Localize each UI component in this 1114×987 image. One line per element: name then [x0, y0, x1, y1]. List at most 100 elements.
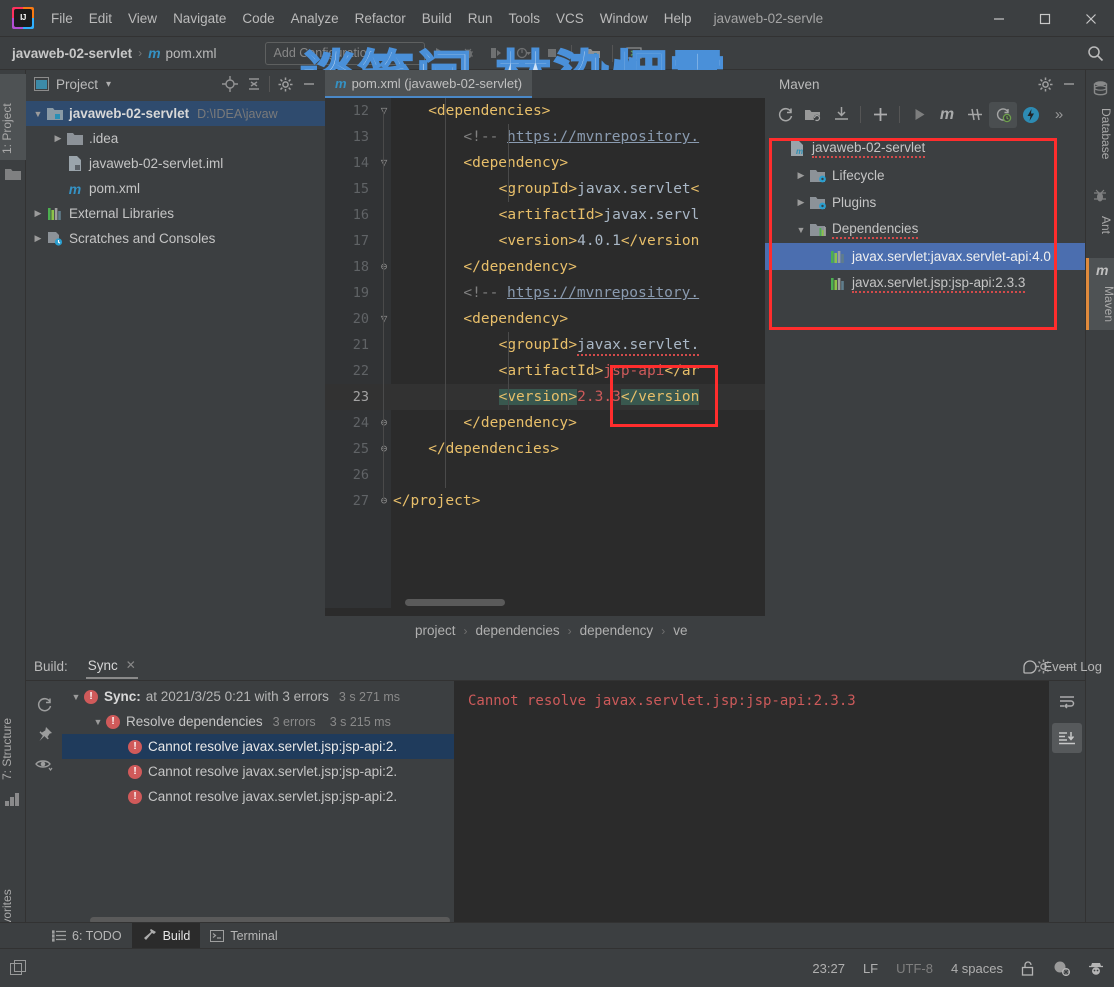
show-dependencies-icon[interactable]: [1017, 102, 1045, 128]
chevron-right-icon[interactable]: ▶: [793, 170, 809, 181]
reload-all-icon[interactable]: [771, 102, 799, 128]
chevron-right-icon[interactable]: ▶: [30, 233, 46, 244]
fold-toggle-icon[interactable]: ⊖: [377, 410, 391, 436]
lock-icon[interactable]: [1021, 960, 1035, 976]
maven-tree-row[interactable]: ▶ Lifecycle: [765, 162, 1085, 189]
more-icon[interactable]: »: [1045, 102, 1073, 128]
rerun-icon[interactable]: [26, 689, 62, 719]
eye-icon[interactable]: [26, 749, 62, 779]
event-log-button[interactable]: Event Log: [1023, 652, 1102, 681]
project-tree-row[interactable]: m pom.xml: [26, 176, 325, 201]
breadcrumb-file[interactable]: pom.xml: [166, 46, 217, 61]
breadcrumb-dependencies[interactable]: dependencies: [476, 623, 560, 638]
pin-icon[interactable]: [26, 719, 62, 749]
fold-toggle-icon[interactable]: ⊖: [377, 488, 391, 514]
editor-tab-pom-xml[interactable]: m pom.xml (javaweb-02-servlet): [325, 70, 533, 98]
caret-position[interactable]: 23:27: [812, 961, 845, 976]
fold-toggle-icon[interactable]: ▽: [377, 306, 391, 332]
breadcrumb-version[interactable]: ve: [673, 623, 687, 638]
chevron-down-icon[interactable]: ▼: [793, 225, 809, 235]
scroll-to-end-icon[interactable]: [1052, 723, 1082, 753]
fold-toggle-icon[interactable]: ▽: [377, 98, 391, 124]
add-maven-project-icon[interactable]: [799, 102, 827, 128]
menu-item-view[interactable]: View: [120, 7, 165, 30]
maven-tree-row[interactable]: ▼ Dependencies: [765, 216, 1085, 243]
download-sources-icon[interactable]: [827, 102, 855, 128]
menu-item-edit[interactable]: Edit: [81, 7, 120, 30]
locate-icon[interactable]: [218, 72, 242, 96]
menu-item-tools[interactable]: Tools: [501, 7, 549, 30]
gear-icon[interactable]: [1033, 72, 1057, 96]
menu-item-refactor[interactable]: Refactor: [347, 7, 414, 30]
profiler-icon[interactable]: [511, 40, 537, 66]
breadcrumb-dependency[interactable]: dependency: [580, 623, 654, 638]
sidebar-item-database[interactable]: Database: [1087, 102, 1113, 174]
close-button[interactable]: [1068, 0, 1114, 37]
run-configuration-selector[interactable]: Add Configuration...: [264, 41, 425, 65]
toggle-offline-mode-icon[interactable]: [989, 101, 1017, 128]
run-icon[interactable]: [427, 40, 453, 66]
menu-item-build[interactable]: Build: [414, 7, 460, 30]
chevron-down-icon[interactable]: ▾: [106, 79, 111, 90]
chevron-right-icon[interactable]: ▶: [30, 208, 46, 219]
chevron-down-icon[interactable]: ▼: [30, 109, 46, 119]
terminal-icon[interactable]: [621, 40, 647, 66]
maven-tree-row[interactable]: m javaweb-02-servlet: [765, 135, 1085, 162]
build-tree-row[interactable]: ! Cannot resolve javax.servlet.jsp:jsp-ap…: [62, 759, 454, 784]
stop-icon[interactable]: [539, 40, 565, 66]
indent-setting[interactable]: 4 spaces: [951, 961, 1003, 976]
menu-item-code[interactable]: Code: [234, 7, 282, 30]
menu-item-vcs[interactable]: VCS: [548, 7, 592, 30]
build-console[interactable]: Cannot resolve javax.servlet.jsp:jsp-api…: [454, 681, 1049, 936]
chevron-right-icon[interactable]: ▶: [50, 133, 66, 144]
sidebar-item-maven[interactable]: m Maven: [1086, 258, 1114, 330]
project-tree-row[interactable]: ▼ javaweb-02-servlet D:\IDEA\javaw: [26, 101, 325, 126]
soft-wrap-icon[interactable]: [1052, 687, 1082, 717]
close-icon[interactable]: ✕: [126, 658, 136, 672]
sidebar-item-structure[interactable]: 7: Structure: [0, 690, 26, 786]
build-tree-row[interactable]: ! Cannot resolve javax.servlet.jsp:jsp-ap…: [62, 784, 454, 809]
hector-icon[interactable]: [1088, 960, 1104, 976]
tool-button-build[interactable]: Build: [131, 922, 201, 949]
maven-tree-row[interactable]: javax.servlet.jsp:jsp-api:2.3.3: [765, 270, 1085, 297]
breadcrumb-project[interactable]: project: [415, 623, 456, 638]
show-tool-windows-icon[interactable]: [10, 960, 26, 976]
maximize-button[interactable]: [1022, 0, 1068, 37]
hide-panel-icon[interactable]: [1057, 72, 1081, 96]
project-tree-row[interactable]: javaweb-02-servlet.iml: [26, 151, 325, 176]
structure-icon[interactable]: [4, 792, 22, 810]
execute-maven-goal-icon[interactable]: m: [933, 102, 961, 128]
ant-icon[interactable]: [1092, 188, 1110, 206]
search-icon[interactable]: [1080, 41, 1110, 67]
menu-item-window[interactable]: Window: [592, 7, 656, 30]
add-goal-icon[interactable]: [866, 102, 894, 128]
menu-item-analyze[interactable]: Analyze: [283, 7, 347, 30]
build-tree-row[interactable]: ▼! Resolve dependencies 3 errors 3 s 215 ms: [62, 709, 454, 734]
editor-hscrollbar[interactable]: [405, 599, 505, 606]
tool-button-terminal[interactable]: Terminal: [200, 923, 287, 949]
inspection-icon[interactable]: [1053, 960, 1070, 976]
hide-panel-icon[interactable]: [297, 72, 321, 96]
project-tree-row[interactable]: ▶ Scratches and Consoles: [26, 226, 325, 251]
debug-icon[interactable]: [455, 40, 481, 66]
project-tree-row[interactable]: ▶ .idea: [26, 126, 325, 151]
breadcrumb-project[interactable]: javaweb-02-servlet: [12, 46, 132, 61]
build-tree-row[interactable]: ▼! Sync: at 2021/3/25 0:21 with 3 errors 3 …: [62, 684, 454, 709]
build-tree-row[interactable]: ! Cannot resolve javax.servlet.jsp:jsp-ap…: [62, 734, 454, 759]
minimize-button[interactable]: [976, 0, 1022, 37]
menu-item-file[interactable]: File: [43, 7, 81, 30]
menu-item-run[interactable]: Run: [460, 7, 501, 30]
project-structure-icon[interactable]: [580, 40, 606, 66]
menu-item-help[interactable]: Help: [656, 7, 700, 30]
menu-item-navigate[interactable]: Navigate: [165, 7, 234, 30]
chevron-down-icon[interactable]: ▼: [68, 692, 84, 702]
file-encoding[interactable]: UTF-8: [896, 961, 933, 976]
sidebar-item-ant[interactable]: Ant: [1087, 210, 1113, 246]
fold-toggle-icon[interactable]: ⊖: [377, 254, 391, 280]
maven-tree-row[interactable]: ▶ Plugins: [765, 189, 1085, 216]
toggle-skip-tests-icon[interactable]: [961, 102, 989, 128]
collapse-all-icon[interactable]: [242, 72, 266, 96]
chevron-right-icon[interactable]: ▶: [793, 197, 809, 208]
maven-tree-row[interactable]: javax.servlet:javax.servlet-api:4.0: [765, 243, 1085, 270]
fold-toggle-icon[interactable]: ▽: [377, 150, 391, 176]
